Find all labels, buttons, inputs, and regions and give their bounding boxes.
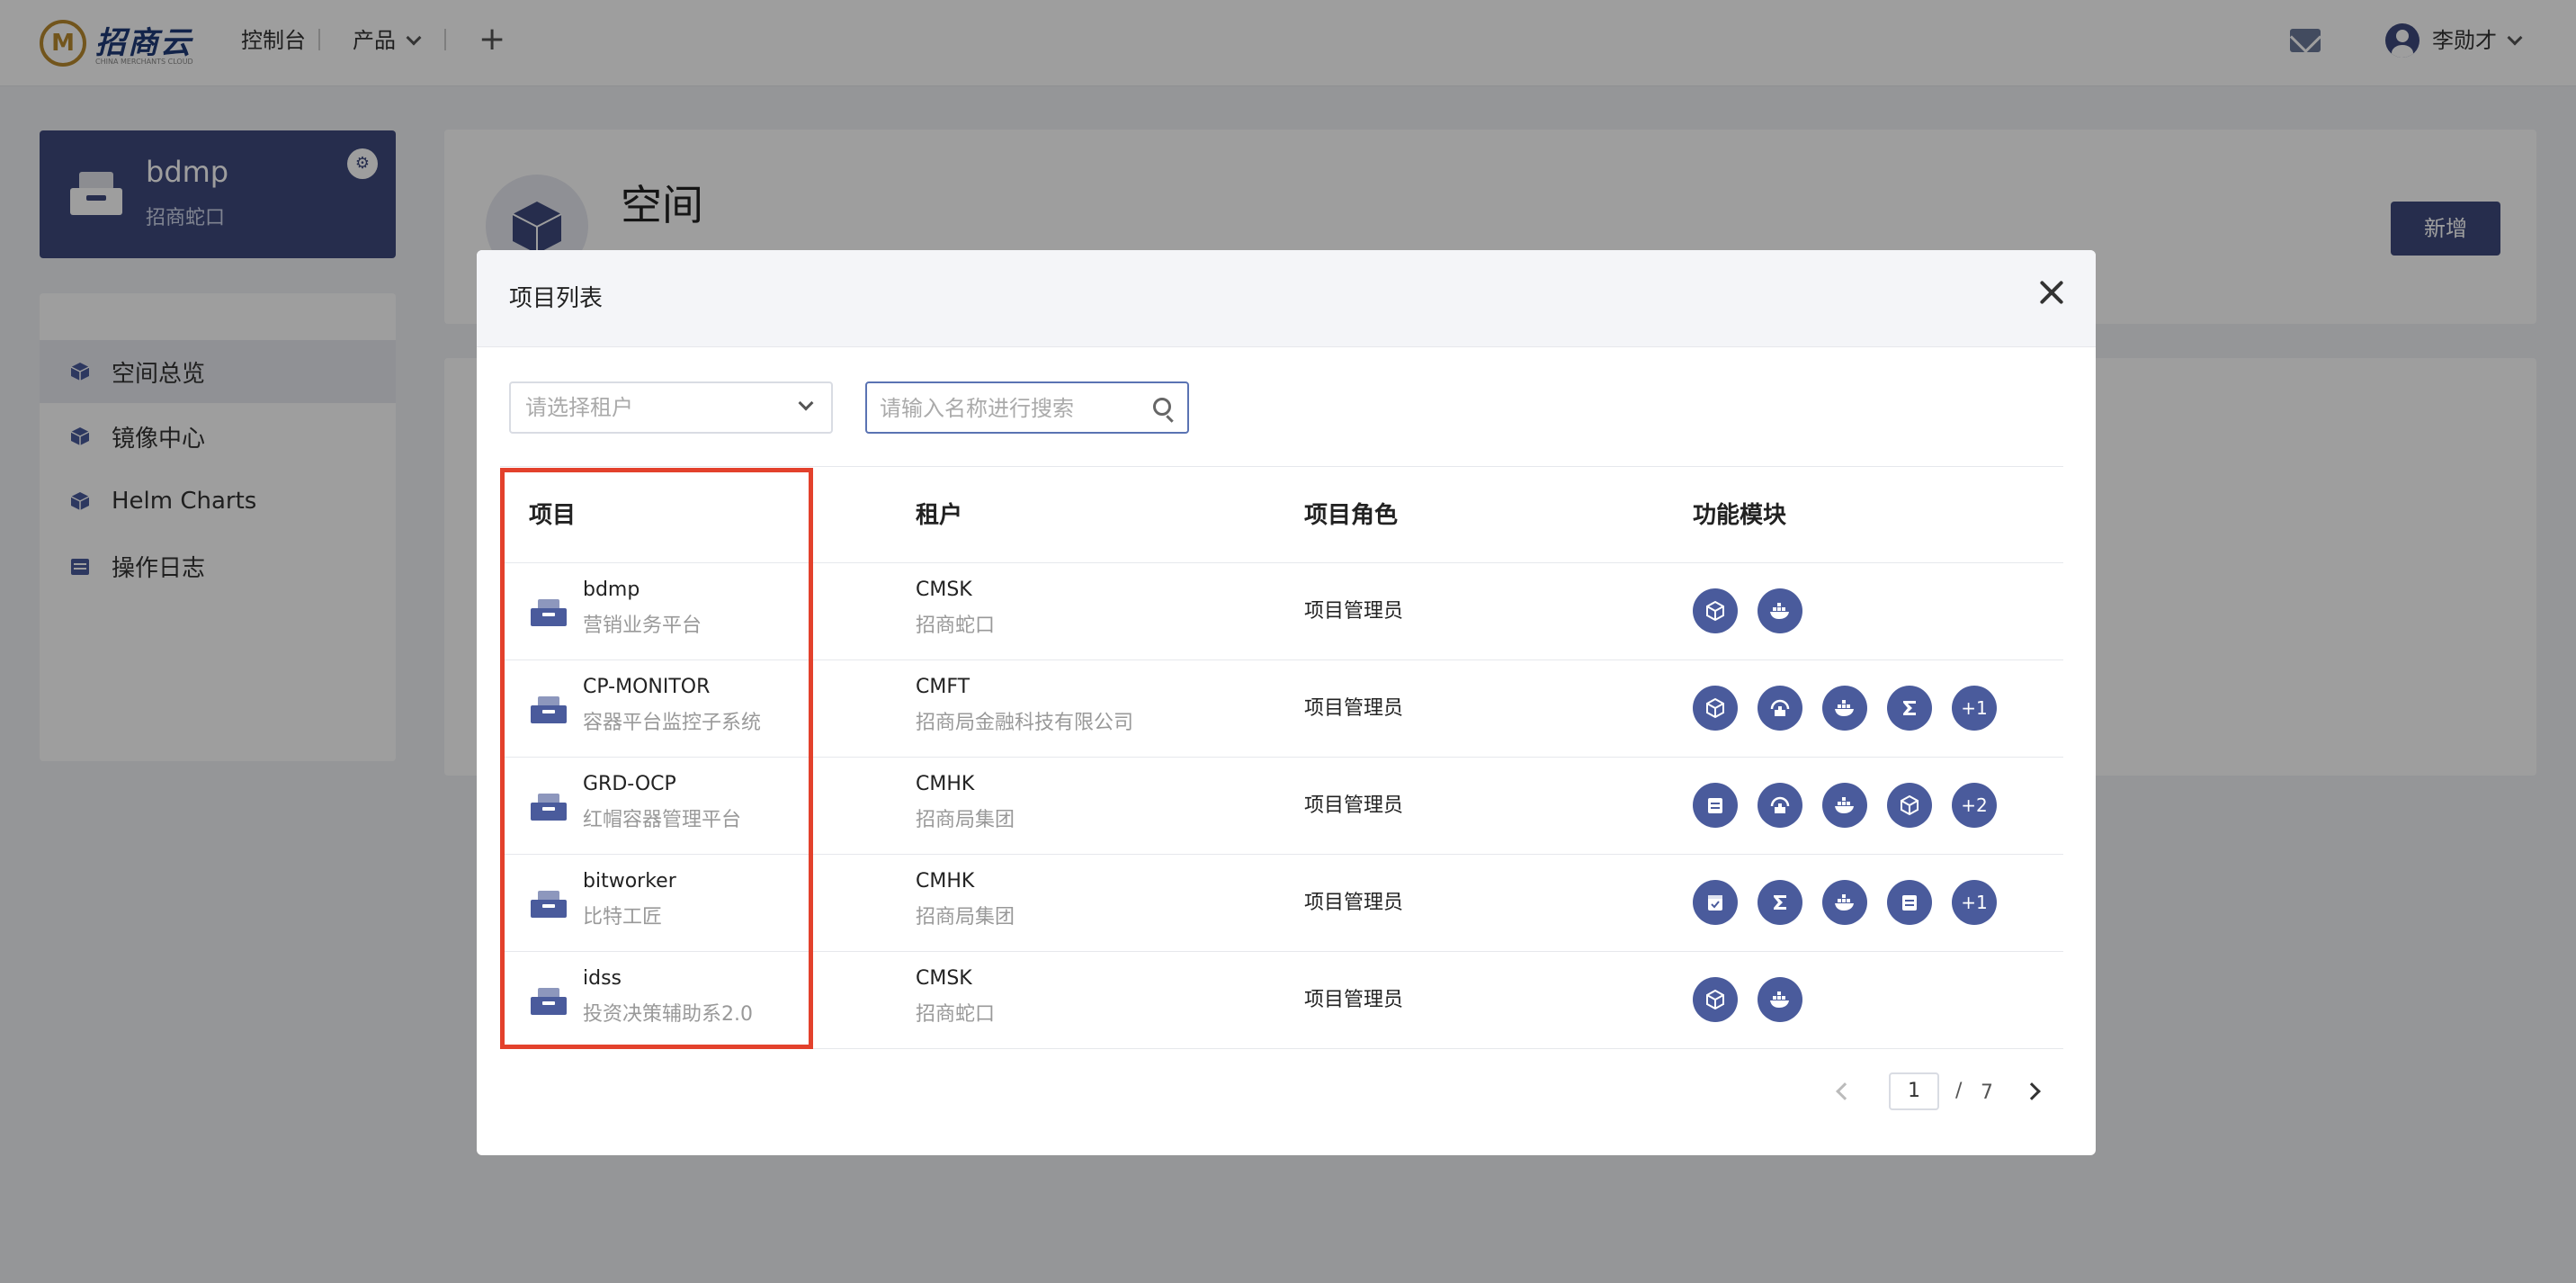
- cube-icon[interactable]: [1693, 977, 1738, 1022]
- chevron-down-icon: [798, 395, 814, 411]
- tenant-name: 招商蛇口: [916, 1003, 996, 1026]
- project-role: 项目管理员: [1304, 794, 1404, 817]
- module-list: [1693, 588, 1822, 633]
- highlight-box: [500, 468, 813, 1049]
- project-role: 项目管理员: [1304, 989, 1404, 1011]
- module-list: +1: [1693, 686, 2017, 731]
- tenant-code: CMHK: [916, 870, 975, 893]
- chevron-right-icon[interactable]: [2023, 1082, 2041, 1100]
- page-number-input[interactable]: 1: [1889, 1072, 1939, 1110]
- calendar-icon[interactable]: [1887, 880, 1932, 925]
- modal-header: 项目列表: [477, 250, 2096, 347]
- calendar-icon[interactable]: [1693, 783, 1738, 828]
- module-list: +2: [1693, 783, 2017, 828]
- modal-title: 项目列表: [509, 285, 604, 312]
- module-list: [1693, 977, 1822, 1022]
- cube-icon[interactable]: [1887, 783, 1932, 828]
- module-list: +1: [1693, 880, 2017, 925]
- cube-icon[interactable]: [1693, 686, 1738, 731]
- project-role: 项目管理员: [1304, 892, 1404, 914]
- tenant-name: 招商局金融科技有限公司: [916, 712, 1134, 734]
- sigma-icon[interactable]: [1887, 686, 1932, 731]
- docker-icon[interactable]: [1822, 686, 1867, 731]
- docker-icon[interactable]: [1822, 880, 1867, 925]
- docker-icon[interactable]: [1758, 977, 1802, 1022]
- search-icon[interactable]: [1153, 398, 1171, 416]
- tenant-code: CMHK: [916, 773, 975, 795]
- search-box[interactable]: [865, 381, 1189, 434]
- column-header-role: 项目角色: [1304, 502, 1399, 529]
- page-separator: /: [1955, 1080, 1963, 1102]
- search-input[interactable]: [880, 390, 1140, 426]
- more-modules-badge[interactable]: +1: [1952, 880, 1997, 925]
- cube-icon[interactable]: [1693, 588, 1738, 633]
- project-role: 项目管理员: [1304, 697, 1404, 720]
- close-icon[interactable]: [2038, 279, 2065, 306]
- tenant-code: CMSK: [916, 579, 972, 601]
- gateway-icon[interactable]: [1758, 783, 1802, 828]
- gateway-icon[interactable]: [1758, 686, 1802, 731]
- tenant-code: CMSK: [916, 967, 972, 990]
- tenant-name: 招商蛇口: [916, 615, 996, 637]
- tenant-name: 招商局集团: [916, 809, 1015, 831]
- project-role: 项目管理员: [1304, 600, 1404, 623]
- chevron-left-icon[interactable]: [1836, 1082, 1854, 1100]
- calendar-check-icon[interactable]: [1693, 880, 1738, 925]
- page-total: 7: [1981, 1081, 1993, 1104]
- sigma-icon[interactable]: [1758, 880, 1802, 925]
- tenant-select[interactable]: 请选择租户: [509, 381, 833, 434]
- more-modules-badge[interactable]: +1: [1952, 686, 1997, 731]
- column-header-modules: 功能模块: [1693, 502, 1787, 529]
- docker-icon[interactable]: [1822, 783, 1867, 828]
- more-modules-badge[interactable]: +2: [1952, 783, 1997, 828]
- tenant-select-placeholder: 请选择租户: [525, 395, 633, 420]
- docker-icon[interactable]: [1758, 588, 1802, 633]
- tenant-name: 招商局集团: [916, 906, 1015, 929]
- pagination: 1 / 7: [477, 1071, 2096, 1116]
- tenant-code: CMFT: [916, 676, 970, 698]
- column-header-tenant: 租户: [916, 502, 963, 529]
